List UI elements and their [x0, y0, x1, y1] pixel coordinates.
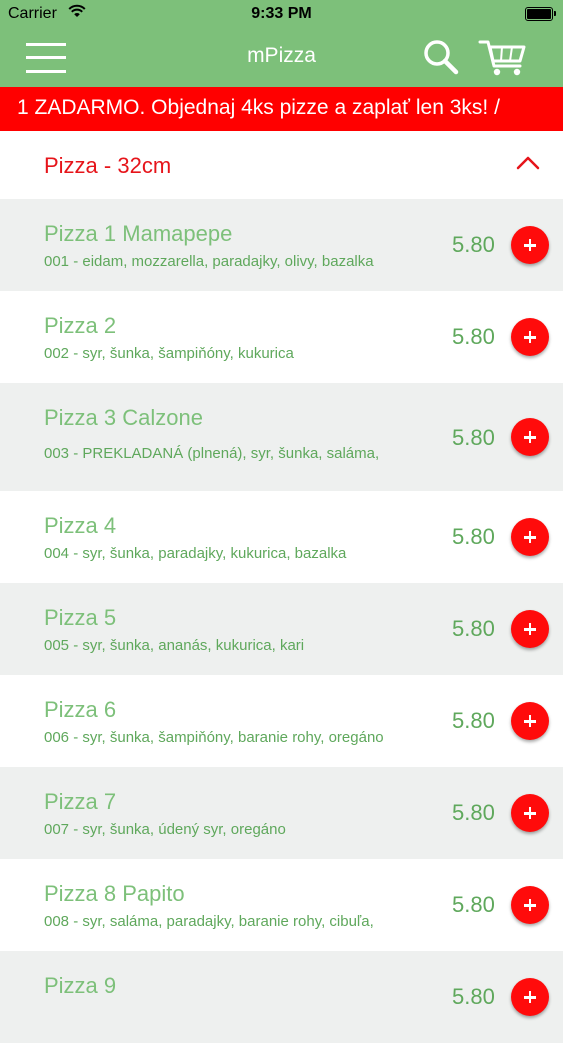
menu-item[interactable]: Pizza 2 002 - syr, šunka, šampiňóny, kuk… [0, 291, 563, 383]
add-to-cart-button[interactable] [511, 702, 549, 740]
menu-item-description: 008 - syr, saláma, paradajky, baranie ro… [44, 913, 374, 930]
menu-item-description: 001 - eidam, mozzarella, paradajky, oliv… [44, 253, 374, 270]
menu-item[interactable]: Pizza 7 007 - syr, šunka, údený syr, ore… [0, 767, 563, 859]
menu-item-price: 5.80 [452, 324, 495, 349]
menu-item[interactable]: Pizza 5 005 - syr, šunka, ananás, kukuri… [0, 583, 563, 675]
menu-item-name: Pizza 4 [44, 513, 117, 538]
add-to-cart-button[interactable] [511, 226, 549, 264]
menu-item[interactable]: Pizza 6 006 - syr, šunka, šampiňóny, bar… [0, 675, 563, 767]
menu-item[interactable]: Pizza 1 Mamapepe 001 - eidam, mozzarella… [0, 199, 563, 291]
menu-item-price: 5.80 [452, 616, 495, 641]
menu-item-name: Pizza 7 [44, 789, 117, 814]
add-to-cart-button[interactable] [511, 418, 549, 456]
menu-item-price: 5.80 [452, 524, 495, 549]
menu-item-price: 5.80 [452, 708, 495, 733]
add-to-cart-button[interactable] [511, 518, 549, 556]
menu-item-name: Pizza 8 Papito [44, 881, 185, 906]
battery-icon [525, 7, 556, 21]
status-bar: Carrier 9:33 PM [0, 0, 563, 30]
menu-item-name: Pizza 3 Calzone [44, 405, 203, 430]
menu-item-price: 5.80 [452, 425, 495, 450]
category-header[interactable]: Pizza - 32cm [0, 131, 563, 199]
add-to-cart-button[interactable] [511, 886, 549, 924]
menu-item-list: Pizza 1 Mamapepe 001 - eidam, mozzarella… [0, 199, 563, 1043]
menu-item-description: 006 - syr, šunka, šampiňóny, baranie roh… [44, 729, 384, 746]
add-to-cart-button[interactable] [511, 318, 549, 356]
promo-banner: 1 ZADARMO. Objednaj 4ks pizze a zaplať l… [0, 87, 563, 131]
add-to-cart-button[interactable] [511, 610, 549, 648]
menu-item-name: Pizza 5 [44, 605, 117, 630]
category-title: Pizza - 32cm [44, 153, 172, 178]
promo-banner-text: 1 ZADARMO. Objednaj 4ks pizze a zaplať l… [17, 96, 500, 119]
menu-item-price: 5.80 [452, 232, 495, 257]
menu-item-description: 002 - syr, šunka, šampiňóny, kukurica [44, 345, 294, 362]
menu-item-name: Pizza 9 [44, 973, 117, 998]
menu-item-price: 5.80 [452, 892, 495, 917]
add-to-cart-button[interactable] [511, 794, 549, 832]
menu-item[interactable]: Pizza 3 Calzone 003 - PREKLADANÁ (plnená… [0, 383, 563, 491]
menu-item[interactable]: Pizza 8 Papito 008 - syr, saláma, parada… [0, 859, 563, 951]
search-icon[interactable] [420, 36, 462, 78]
menu-item-description: 005 - syr, šunka, ananás, kukurica, kari [44, 637, 305, 654]
menu-item-price: 5.80 [452, 800, 495, 825]
cart-icon[interactable] [478, 36, 528, 78]
menu-item[interactable]: Pizza 9 5.80 [0, 951, 563, 1043]
status-time: 9:33 PM [251, 5, 312, 22]
menu-item-name: Pizza 2 [44, 313, 117, 338]
add-to-cart-button[interactable] [511, 978, 549, 1016]
menu-item-price: 5.80 [452, 984, 495, 1009]
menu-item-description: 004 - syr, šunka, paradajky, kukurica, b… [44, 545, 347, 562]
chevron-up-icon[interactable] [515, 155, 541, 171]
menu-item-description: 007 - syr, šunka, údený syr, oregáno [44, 821, 286, 838]
menu-item-name: Pizza 1 Mamapepe [44, 221, 233, 246]
menu-item[interactable]: Pizza 4 004 - syr, šunka, paradajky, kuk… [0, 491, 563, 583]
menu-item-description: 003 - PREKLADANÁ (plnená), syr, šunka, s… [44, 445, 380, 462]
menu-item-name: Pizza 6 [44, 697, 117, 722]
nav-bar: mPizza [0, 30, 563, 87]
